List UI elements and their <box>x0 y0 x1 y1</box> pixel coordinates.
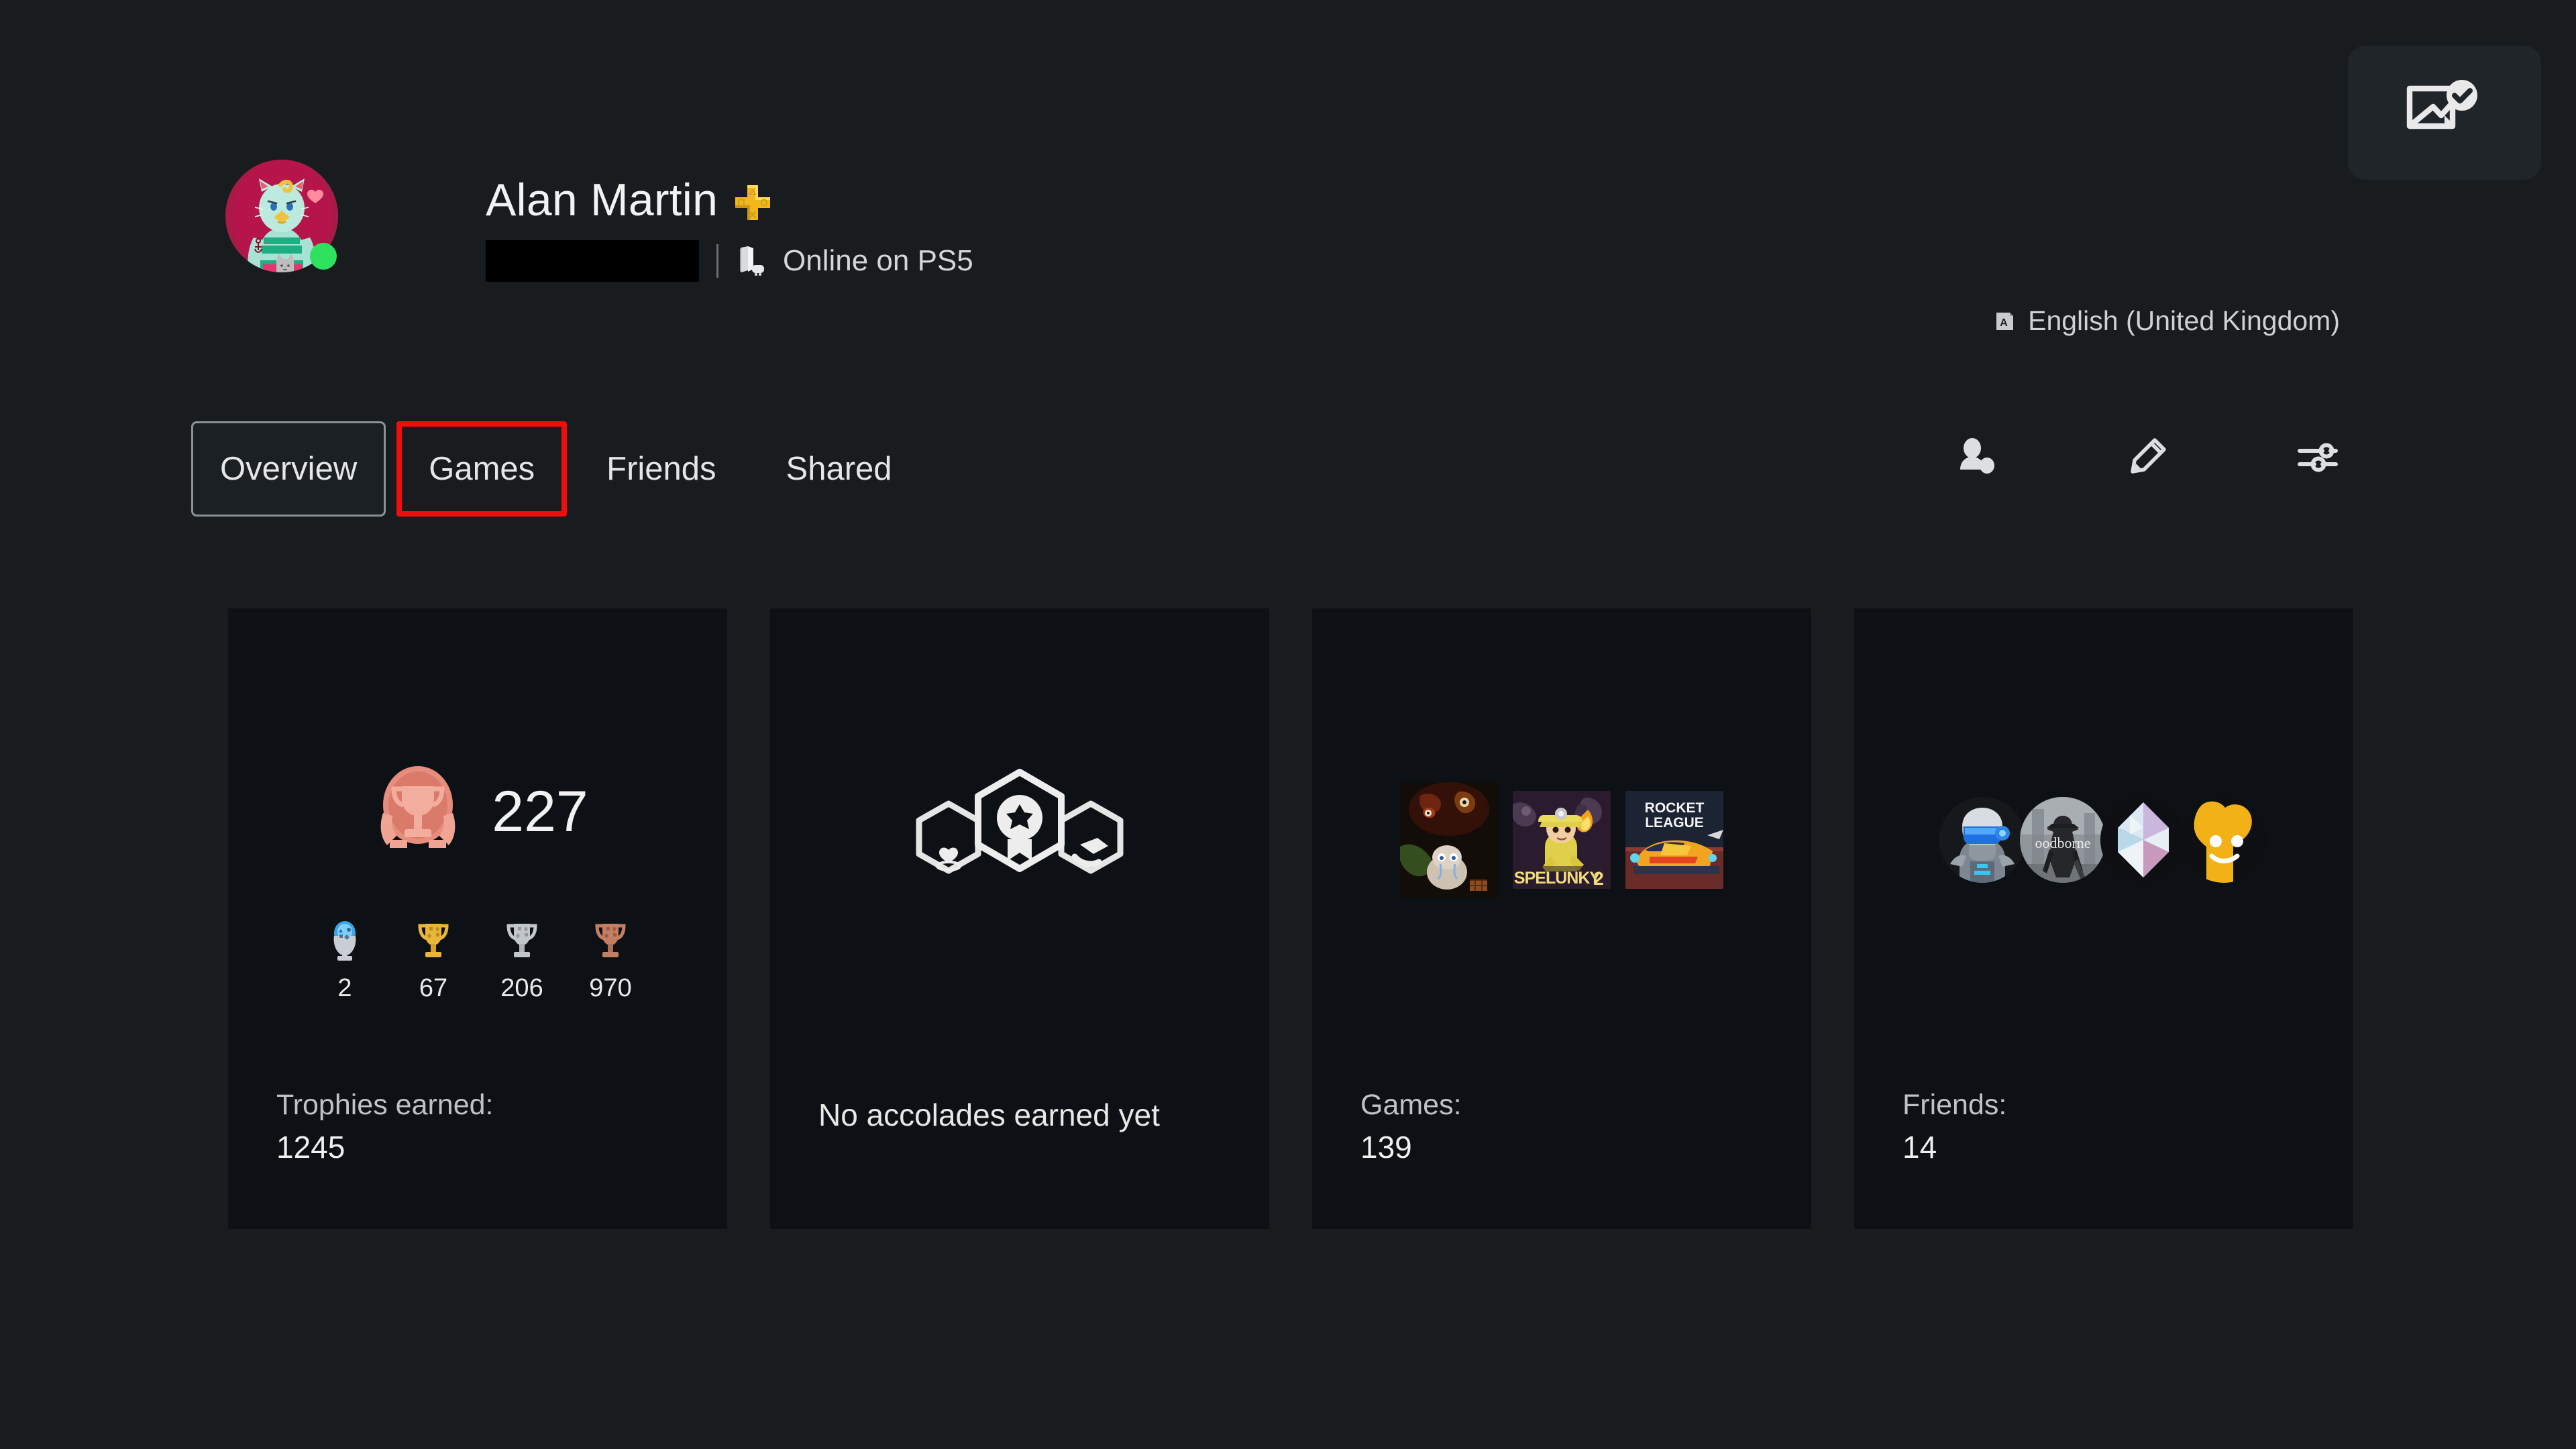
platinum-count: 2 <box>337 974 352 1002</box>
ps5-console-icon <box>736 245 765 277</box>
trophy-level-value: 227 <box>492 780 588 844</box>
name-row: Alan Martin <box>486 177 973 223</box>
add-friend-icon[interactable] <box>1955 435 1999 479</box>
language-icon: A <box>1993 310 2016 333</box>
image-saved-icon <box>2404 75 2485 151</box>
edit-profile-icon[interactable] <box>2125 435 2169 479</box>
accolades-visual <box>770 608 1269 1071</box>
games-strip: SPELUNKY 2 ROCKET LEAGUE <box>1400 782 1723 898</box>
ps5-profile-page: Alan Martin Online on PS5 A English (Uni… <box>0 0 2576 1449</box>
games-visual: SPELUNKY 2 ROCKET LEAGUE <box>1312 608 1811 1071</box>
game-cover-rocket-league[interactable]: ROCKET LEAGUE <box>1625 791 1723 889</box>
silver-trophy-icon <box>503 918 541 966</box>
gold-count: 67 <box>419 974 448 1002</box>
divider <box>716 244 718 278</box>
trophies-value: 1245 <box>276 1130 345 1165</box>
friend-avatar-crystal[interactable] <box>2100 797 2186 883</box>
tab-overview[interactable]: Overview <box>191 421 386 517</box>
game-cover-spelunky2[interactable]: SPELUNKY 2 <box>1513 791 1611 889</box>
profile-tabs: Overview Games Friends Shared <box>191 421 921 517</box>
header-actions <box>1955 435 2340 479</box>
trophy-bronze: 970 <box>566 918 655 1003</box>
trophy-level-row: 227 <box>367 761 588 863</box>
games-label: Games: <box>1360 1089 1462 1122</box>
card-friends[interactable]: oodborne Friends: 14 <box>1854 608 2353 1229</box>
trophy-breakdown: 2 67 206 970 <box>228 918 727 1003</box>
trophy-platinum: 2 <box>301 918 389 1003</box>
trophy-level-badge-icon <box>367 761 469 863</box>
language-label: English (United Kingdom) <box>2028 305 2340 336</box>
screenshot-saved-toast <box>2348 46 2541 180</box>
tab-shared-label: Shared <box>786 451 892 487</box>
trophy-silver: 206 <box>478 918 566 1003</box>
friends-value: 14 <box>1902 1130 1937 1165</box>
svg-text:A: A <box>2000 317 2008 329</box>
profile-identity: Alan Martin Online on PS5 <box>486 177 973 282</box>
trophy-gold: 67 <box>389 918 478 1003</box>
gold-trophy-icon <box>415 918 452 966</box>
accolades-footer: No accolades earned yet <box>818 1095 1160 1135</box>
svg-text:ROCKET: ROCKET <box>1645 800 1705 816</box>
games-value: 139 <box>1360 1130 1412 1165</box>
trophies-footer: Trophies earned: 1245 <box>276 1087 494 1167</box>
bronze-count: 970 <box>589 974 632 1002</box>
friends-strip: oodborne <box>1939 797 2267 883</box>
friend-avatar-bloodborne[interactable]: oodborne <box>2020 797 2106 883</box>
accolades-hexagons-icon <box>879 756 1161 924</box>
svg-text:oodborne: oodborne <box>2035 835 2090 851</box>
online-id-redacted <box>486 240 699 282</box>
avatar[interactable] <box>225 160 338 272</box>
tab-friends[interactable]: Friends <box>578 421 745 517</box>
svg-text:LEAGUE: LEAGUE <box>1645 815 1704 830</box>
tab-friends-label: Friends <box>606 451 716 487</box>
friend-avatar-smiley[interactable] <box>2181 797 2267 883</box>
friends-label: Friends: <box>1902 1089 2007 1122</box>
tab-shared[interactable]: Shared <box>757 421 921 517</box>
profile-options-icon[interactable] <box>2296 435 2340 479</box>
summary-cards: 227 2 67 206 970 Trophies earned: 1245 N… <box>228 608 2353 1229</box>
trophies-label: Trophies earned: <box>276 1089 494 1122</box>
language-selector[interactable]: A English (United Kingdom) <box>1993 305 2340 337</box>
game-cover-isaac[interactable] <box>1400 782 1498 898</box>
accolades-label: No accolades earned yet <box>818 1097 1160 1133</box>
status-row: Online on PS5 <box>486 240 973 282</box>
svg-text:SPELUNKY: SPELUNKY <box>1514 869 1601 888</box>
tab-games[interactable]: Games <box>396 421 568 517</box>
ps-plus-icon <box>733 182 773 223</box>
games-footer: Games: 139 <box>1360 1087 1462 1167</box>
tab-overview-label: Overview <box>220 451 358 487</box>
friends-footer: Friends: 14 <box>1902 1087 2006 1167</box>
platinum-trophy-icon <box>326 918 364 966</box>
online-status-dot <box>310 243 337 270</box>
friends-visual: oodborne <box>1854 608 2353 1071</box>
tab-games-label: Games <box>429 451 535 487</box>
card-games[interactable]: SPELUNKY 2 ROCKET LEAGUE Games: 139 <box>1312 608 1811 1229</box>
friend-avatar-robot[interactable] <box>1939 797 2025 883</box>
display-name: Alan Martin <box>486 174 718 225</box>
presence-status: Online on PS5 <box>783 244 973 277</box>
card-trophies[interactable]: 227 2 67 206 970 Trophies earned: 1245 <box>228 608 727 1229</box>
silver-count: 206 <box>500 974 543 1002</box>
bronze-trophy-icon <box>592 918 629 966</box>
svg-text:2: 2 <box>1593 868 1604 889</box>
card-accolades[interactable]: No accolades earned yet <box>770 608 1269 1229</box>
